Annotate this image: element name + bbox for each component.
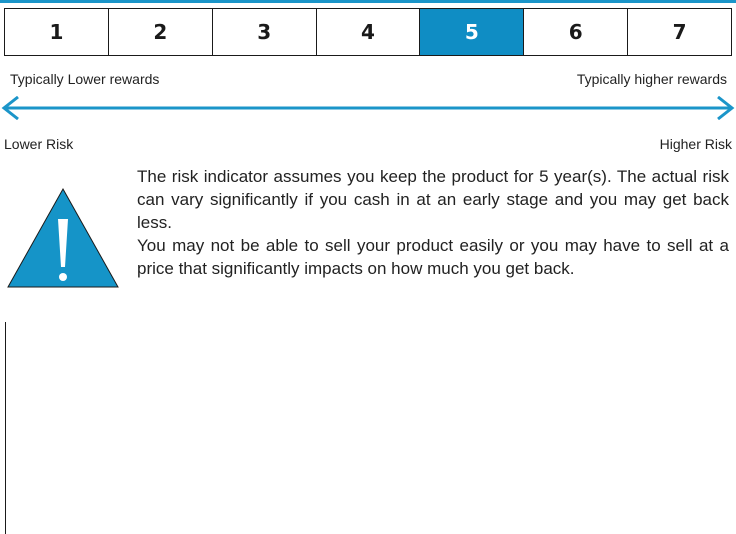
risk-narrative-paragraph-2: You may not be able to sell your product… [137, 236, 729, 278]
risk-narrative: The risk indicator assumes you keep the … [137, 165, 729, 280]
risk-level-1: 1 [49, 20, 64, 44]
risk-level-4: 4 [315, 9, 420, 55]
higher-rewards-label: Typically higher rewards [576, 71, 727, 87]
risk-narrative-paragraph-1: The risk indicator assumes you keep the … [137, 167, 729, 232]
risk-level-2: 2 [107, 9, 212, 55]
top-accent-rule [0, 0, 736, 3]
risk-level-6: 6 [523, 9, 627, 55]
warning-triangle-icon [7, 187, 119, 288]
lower-rewards-label: Typically Lower rewards [10, 71, 160, 87]
risk-scale: 1 2 3 4 5 6 7 [4, 8, 732, 56]
risk-level-5-selected: 5 [419, 9, 524, 55]
left-border-rule [5, 322, 6, 534]
lower-risk-label: Lower Risk [4, 136, 74, 152]
double-arrow-icon [1, 96, 735, 120]
risk-level-7: 7 [627, 9, 731, 55]
risk-level-3: 3 [211, 9, 316, 55]
higher-risk-label: Higher Risk [659, 136, 732, 152]
